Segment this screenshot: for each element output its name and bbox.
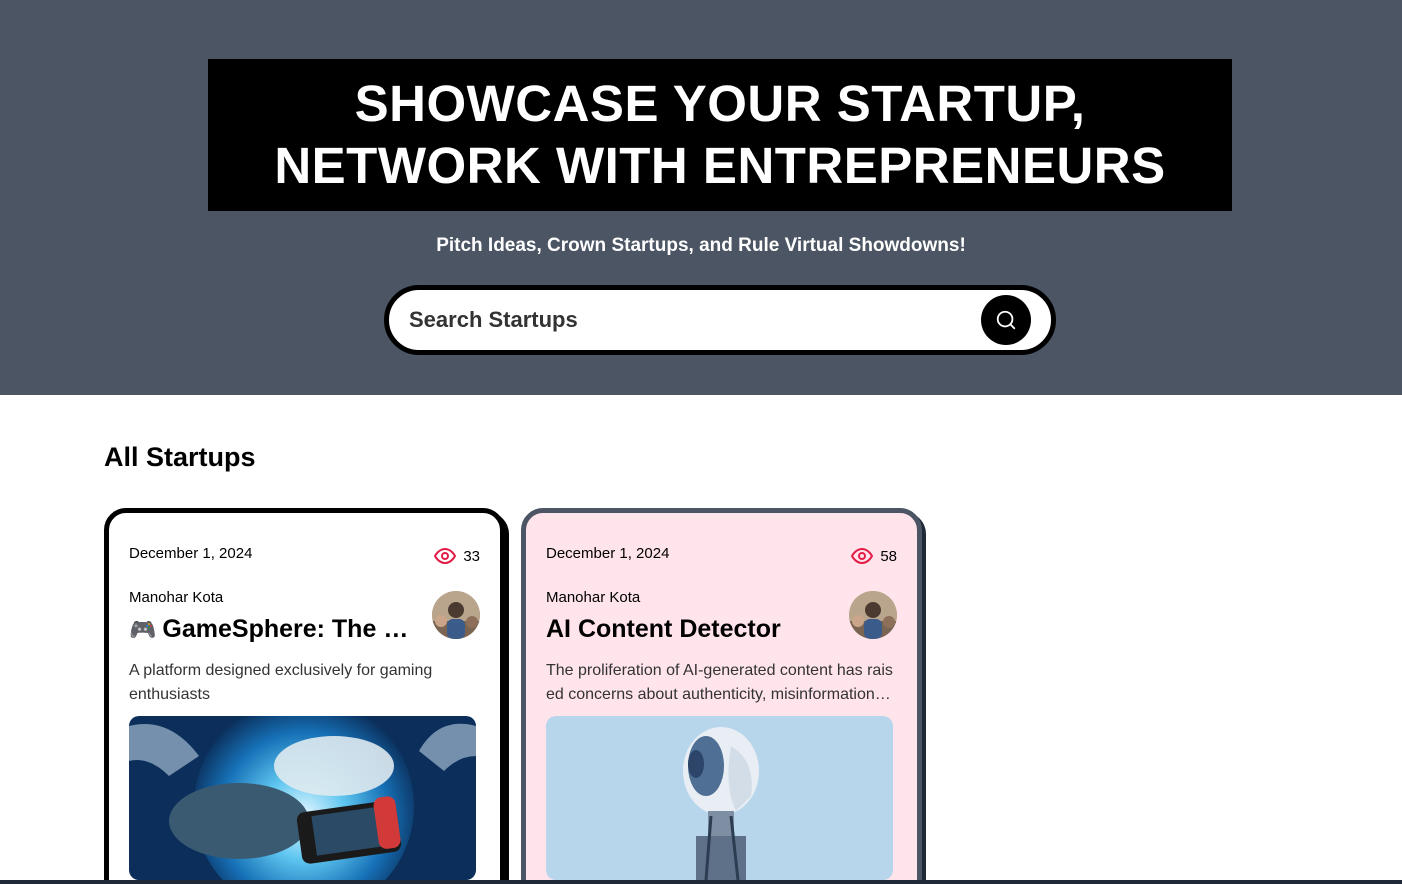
hero-section: SHOWCASE YOUR STARTUP, NETWORK WITH ENTR…	[0, 0, 1402, 395]
card-title-emoji: 🎮	[129, 617, 157, 642]
search-button[interactable]	[981, 295, 1031, 345]
card-title-text: GameSphere: The Ultimate Gaming Hub	[162, 615, 411, 643]
card-author[interactable]: Manohar Kota	[129, 589, 223, 607]
headline-line-1: SHOWCASE YOUR STARTUP,	[354, 75, 1086, 132]
view-count: 58	[880, 547, 897, 565]
startup-card[interactable]: December 1, 2024 58 Manohar Kota AI Cont…	[521, 508, 922, 884]
card-title-text: AI Content Detector	[546, 615, 781, 643]
card-title[interactable]: 🎮GameSphere: The Ultimate Gaming Hub	[129, 611, 411, 647]
card-description: A platform designed exclusively for gami…	[129, 662, 433, 703]
avatar[interactable]	[849, 591, 897, 639]
tagline: Pitch Ideas, Crown Startups, and Rule Vi…	[436, 235, 966, 256]
view-count: 33	[463, 547, 480, 565]
card-image[interactable]	[546, 716, 893, 880]
search-form	[384, 285, 1056, 355]
card-image[interactable]	[129, 716, 476, 880]
eye-icon	[434, 548, 457, 564]
card-date: December 1, 2024	[129, 545, 253, 562]
card-author[interactable]: Manohar Kota	[546, 589, 640, 607]
search-icon	[996, 310, 1016, 330]
card-views: 33	[433, 544, 480, 568]
eye-icon	[851, 548, 874, 564]
headline-line-2: NETWORK WITH ENTREPRENEURS	[274, 137, 1166, 194]
search-input[interactable]	[409, 300, 969, 340]
card-date: December 1, 2024	[546, 545, 670, 562]
card-views: 58	[850, 544, 897, 568]
section-title: All Startups	[104, 442, 256, 472]
card-description: The proliferation of AI-generated conten…	[546, 662, 893, 703]
bottom-border	[0, 880, 1402, 884]
card-title[interactable]: AI Content Detector	[546, 611, 828, 647]
avatar[interactable]	[432, 591, 480, 639]
headline-box: SHOWCASE YOUR STARTUP, NETWORK WITH ENTR…	[208, 59, 1232, 211]
startup-card[interactable]: December 1, 2024 33 Manohar Kota 🎮 GameSp…	[104, 508, 505, 884]
